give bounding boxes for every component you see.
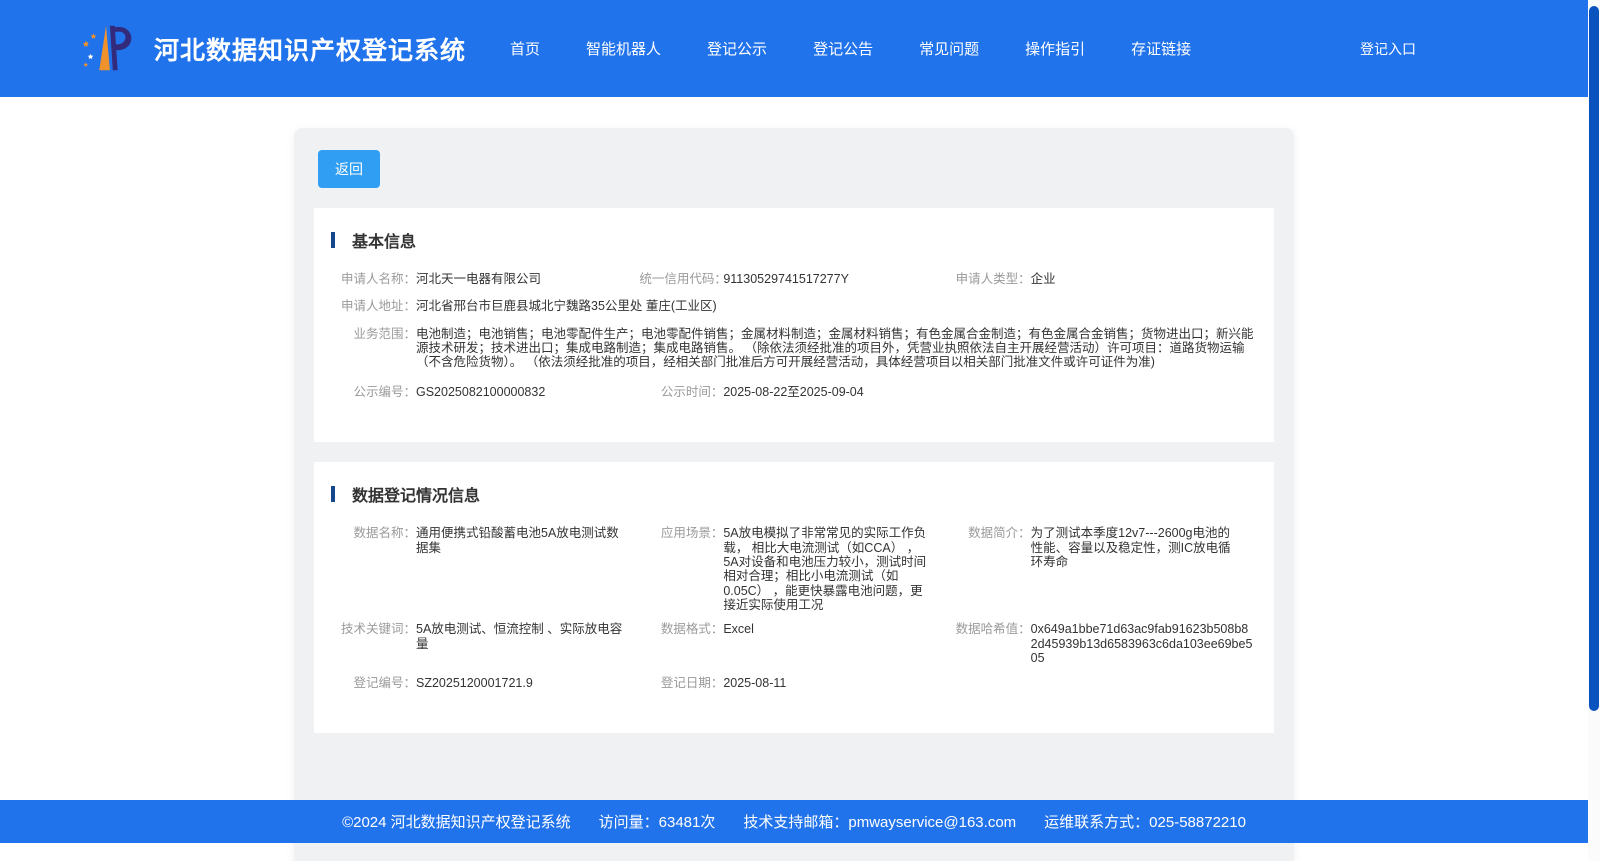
registration-info-title: 数据登记情况信息: [352, 488, 481, 506]
basic-info-title-row: 基本信息: [331, 228, 1254, 252]
field-applicant-name: 申请人名称： 河北天一电器有限公司: [332, 272, 639, 286]
applicant-name-label: 申请人名称：: [340, 272, 416, 286]
data-format-value: Excel: [723, 622, 754, 637]
nav-item-faq[interactable]: 常见问题: [919, 38, 979, 59]
reg-no-label: 登记编号：: [353, 675, 416, 690]
applicant-address-label: 申请人地址：: [340, 299, 416, 314]
brand: 河北数据知识产权登记系统: [78, 21, 466, 77]
field-notice-time: 公示时间： 2025-08-22至2025-09-04: [639, 385, 946, 399]
credit-code-label: 统一信用代码：: [639, 272, 727, 286]
field-data-name: 数据名称： 通用便携式铅酸蓄电池5A放电测试数据集: [332, 526, 639, 612]
basic-info-title: 基本信息: [352, 234, 417, 251]
section-marker-bar: [331, 486, 335, 503]
application-scenario-label: 应用场景：: [660, 526, 724, 541]
main-nav: 首页 智能机器人 登记公示 登记公告 常见问题 操作指引 存证链接: [510, 38, 1191, 59]
data-summary-value: 为了测试本季度12v7---2600g电池的性能、容量以及稳定性，测IC放电循环…: [1030, 526, 1231, 569]
notice-time-value: 2025-08-22至2025-09-04: [723, 384, 864, 399]
applicant-type-value: 企业: [1030, 272, 1056, 286]
registration-entry-link[interactable]: 登记入口: [1360, 39, 1416, 59]
data-name-value: 通用便携式铅酸蓄电池5A放电测试数据集: [416, 526, 619, 555]
field-reg-date: 登记日期： 2025-08-11: [639, 676, 946, 690]
footer-visits-count: 访问量：63481次: [598, 814, 716, 831]
registration-info-panel: 数据登记情况信息 数据名称： 通用便携式铅酸蓄电池5A放电测试数据集 应用场景：…: [314, 462, 1274, 733]
section-marker-bar: [331, 232, 335, 248]
applicant-address-value: 河北省邢台市巨鹿县城北宁魏路35公里处 董庄(工业区): [416, 299, 717, 314]
data-hash-label: 数据哈希值：: [955, 622, 1031, 637]
footer-ops-phone: 运维联系方式：025-58872210: [1044, 814, 1246, 831]
business-scope-label: 业务范围：: [353, 326, 416, 341]
field-data-summary: 数据简介： 为了测试本季度12v7---2600g电池的性能、容量以及稳定性，测…: [947, 526, 1254, 612]
data-hash-value: 0x649a1bbe71d63ac9fab91623b508b82d45939b…: [1030, 622, 1253, 666]
nav-item-publicity[interactable]: 登记公示: [707, 38, 767, 59]
credit-code-value: 91130529741517277Y: [723, 272, 849, 286]
reg-date-label: 登记日期：: [660, 675, 724, 690]
registration-info-title-row: 数据登记情况信息: [331, 482, 1254, 506]
nav-item-announcement[interactable]: 登记公告: [813, 38, 873, 59]
applicant-type-label: 申请人类型：: [955, 272, 1031, 286]
notice-time-label: 公示时间：: [660, 384, 724, 399]
field-applicant-type: 申请人类型： 企业: [947, 272, 1254, 286]
data-format-label: 数据格式：: [660, 622, 724, 637]
reg-no-value: SZ2025120001721.9: [416, 675, 533, 690]
footer-support-email: 技术支持邮箱：pmwayservice@163.com: [743, 814, 1017, 831]
application-scenario-value: 5A放电模拟了非常常见的实际工作负载， 相比大电流测试（如CCA） ，5A对设备…: [723, 526, 927, 612]
app-title: 河北数据知识产权登记系统: [154, 36, 467, 65]
field-applicant-address: 申请人地址： 河北省邢台市巨鹿县城北宁魏路35公里处 董庄(工业区): [332, 299, 1254, 313]
scrollbar-thumb[interactable]: [1589, 6, 1599, 711]
applicant-name-value: 河北天一电器有限公司: [416, 272, 542, 286]
vertical-scrollbar[interactable]: [1588, 0, 1600, 861]
tech-keywords-label: 技术关键词：: [340, 622, 416, 637]
tech-keywords-value: 5A放电测试、恒流控制 、实际放电容量: [416, 622, 623, 651]
footer-copyright: ©2024 河北数据知识产权登记系统: [342, 814, 571, 831]
field-reg-no: 登记编号： SZ2025120001721.9: [332, 676, 639, 690]
nav-item-robot[interactable]: 智能机器人: [586, 38, 661, 59]
field-tech-keywords: 技术关键词： 5A放电测试、恒流控制 、实际放电容量: [332, 622, 639, 665]
app-header: 河北数据知识产权登记系统 首页 智能机器人 登记公示 登记公告 常见问题 操作指…: [0, 0, 1588, 97]
app-logo-icon: [82, 25, 132, 70]
field-data-hash: 数据哈希值： 0x649a1bbe71d63ac9fab91623b508b82…: [947, 622, 1254, 665]
field-credit-code: 统一信用代码： 91130529741517277Y: [639, 272, 946, 286]
field-empty: [947, 676, 1254, 690]
business-scope-value: 电池制造；电池销售；电池零配件生产；电池零配件销售；金属材料制造；金属材料销售；…: [416, 326, 1254, 369]
reg-date-value: 2025-08-11: [723, 675, 787, 690]
field-application-scenario: 应用场景： 5A放电模拟了非常常见的实际工作负载， 相比大电流测试（如CCA） …: [639, 526, 946, 612]
field-data-format: 数据格式： Excel: [639, 622, 946, 665]
nav-item-evidence-link[interactable]: 存证链接: [1131, 38, 1191, 59]
content-card: 返回 基本信息 申请人名称： 河北天一电器有限公司 统一信用代码： 911305…: [294, 128, 1294, 861]
notice-no-value: GS2025082100000832: [416, 384, 546, 399]
field-business-scope: 业务范围： 电池制造；电池销售；电池零配件生产；电池零配件销售；金属材料制造；金…: [332, 327, 1254, 369]
notice-no-label: 公示编号：: [353, 384, 416, 399]
nav-item-guide[interactable]: 操作指引: [1025, 38, 1085, 59]
field-notice-no: 公示编号： GS2025082100000832: [332, 385, 639, 399]
data-name-label: 数据名称：: [353, 526, 416, 541]
nav-item-home[interactable]: 首页: [510, 38, 540, 59]
data-summary-label: 数据简介：: [968, 526, 1031, 541]
field-empty: [947, 385, 1254, 399]
back-button[interactable]: 返回: [318, 150, 380, 188]
page-footer: ©2024 河北数据知识产权登记系统 访问量：63481次 技术支持邮箱：pmw…: [0, 800, 1588, 843]
basic-info-panel: 基本信息 申请人名称： 河北天一电器有限公司 统一信用代码： 911305297…: [314, 208, 1274, 443]
